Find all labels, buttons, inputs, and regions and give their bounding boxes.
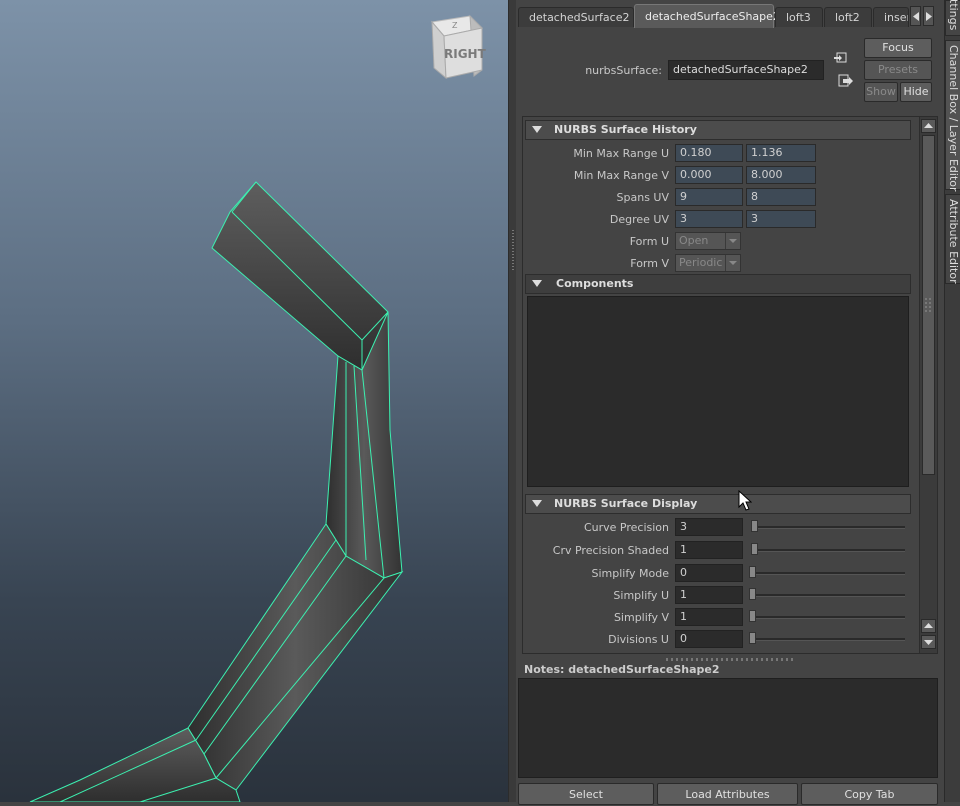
simplify-v-field[interactable]: 1 — [675, 608, 743, 626]
attr-label: Degree UV — [609, 213, 669, 226]
form-v-dropdown[interactable]: Periodic — [675, 254, 741, 272]
viewcube-axis-label: Z — [452, 21, 458, 30]
collapse-arrow-icon — [532, 280, 542, 287]
attr-label: Divisions U — [608, 633, 669, 646]
side-tab-settings[interactable]: ttings — [945, 0, 960, 36]
node-tab-bar: detachedSurface2 detachedSurfaceShape2 l… — [516, 4, 944, 28]
simplify-mode-slider[interactable] — [749, 566, 756, 578]
spans-v-field[interactable]: 8 — [746, 188, 816, 206]
attr-label: Min Max Range V — [573, 169, 669, 182]
notes-title: Notes: detachedSurfaceShape2 — [524, 663, 720, 676]
notes-textarea[interactable] — [518, 678, 938, 778]
section-components[interactable]: Components — [525, 274, 911, 294]
notes-label: Notes: — [524, 663, 565, 676]
attr-label: Simplify U — [613, 589, 669, 602]
max-range-u-field[interactable]: 1.136 — [746, 144, 816, 162]
attribute-scroll-area[interactable]: NURBS Surface History Min Max Range U 0.… — [522, 116, 938, 654]
notes-node-name: detachedSurfaceShape2 — [568, 663, 720, 676]
scroll-up-icon[interactable] — [921, 119, 936, 133]
attr-label: Spans UV — [616, 191, 669, 204]
notes-resize-handle[interactable] — [666, 658, 796, 661]
section-title: NURBS Surface Display — [554, 497, 698, 510]
form-u-dropdown[interactable]: Open — [675, 232, 741, 250]
degree-u-field[interactable]: 3 — [675, 210, 743, 228]
form-u-value: Open — [679, 234, 709, 247]
max-range-v-field[interactable]: 8.000 — [746, 166, 816, 184]
attribute-scrollbar[interactable] — [919, 117, 937, 653]
form-v-label: Form V — [630, 257, 669, 270]
attr-label: Crv Precision Shaded — [552, 544, 669, 557]
attr-label: Simplify V — [613, 611, 669, 624]
form-v-value: Periodic — [679, 256, 723, 269]
node-header: nurbsSurface: detachedSurfaceShape2 Focu… — [516, 36, 944, 106]
side-tab-channel-box[interactable]: Channel Box / Layer Editor — [945, 40, 960, 192]
attribute-editor-panel: detachedSurface2 detachedSurfaceShape2 l… — [516, 0, 944, 805]
section-nurbs-surface-display[interactable]: NURBS Surface Display — [525, 494, 911, 514]
tab-detachedsurface2[interactable]: detachedSurface2 — [518, 7, 634, 27]
viewcube[interactable]: RIGHT Z — [426, 14, 488, 83]
section-title: Components — [556, 277, 634, 290]
min-range-v-field[interactable]: 0.000 — [675, 166, 743, 184]
paste-node-icon[interactable] — [838, 74, 854, 88]
components-list[interactable] — [527, 296, 909, 487]
tab-scroll-left-icon[interactable] — [910, 6, 921, 26]
viewport-3d[interactable]: RIGHT Z — [0, 0, 508, 802]
divisions-u-slider[interactable] — [749, 632, 756, 644]
spans-u-field[interactable]: 9 — [675, 188, 743, 206]
section-title: NURBS Surface History — [554, 123, 697, 136]
side-tab-attribute-editor[interactable]: Attribute Editor — [945, 194, 960, 284]
scroll-down-icon[interactable] — [921, 635, 936, 649]
simplify-u-field[interactable]: 1 — [675, 586, 743, 604]
tab-detachedsurfaceshape2[interactable]: detachedSurfaceShape2 — [634, 4, 780, 28]
copy-node-icon[interactable] — [834, 52, 848, 64]
tab-scroll-right-icon[interactable] — [923, 6, 934, 26]
min-range-u-field[interactable]: 0.180 — [675, 144, 743, 162]
collapse-arrow-icon — [532, 500, 542, 507]
scrollbar-thumb[interactable] — [922, 135, 935, 475]
degree-v-field[interactable]: 3 — [746, 210, 816, 228]
simplify-u-slider[interactable] — [749, 588, 756, 600]
curve-precision-field[interactable]: 3 — [675, 518, 743, 536]
crv-precision-shaded-slider[interactable] — [751, 543, 758, 555]
divisions-u-field[interactable]: 0 — [675, 630, 743, 648]
mouse-cursor-icon — [738, 490, 752, 511]
nurbs-surface-model[interactable] — [0, 0, 508, 802]
attr-label: Simplify Mode — [591, 567, 669, 580]
tab-loft3[interactable]: loft3 — [775, 7, 823, 27]
form-u-label: Form U — [629, 235, 669, 248]
scroll-up-small-icon[interactable] — [921, 619, 936, 633]
node-name-field[interactable]: detachedSurfaceShape2 — [668, 60, 824, 80]
attr-label: Min Max Range U — [573, 147, 669, 160]
side-tab-strip: ttings Channel Box / Layer Editor Attrib… — [944, 0, 960, 802]
presets-button[interactable]: Presets — [864, 60, 932, 80]
curve-precision-slider[interactable] — [751, 520, 758, 532]
tab-loft2[interactable]: loft2 — [824, 7, 872, 27]
simplify-v-slider[interactable] — [749, 610, 756, 622]
attr-label: Curve Precision — [583, 521, 669, 534]
crv-precision-shaded-field[interactable]: 1 — [675, 541, 743, 559]
show-button[interactable]: Show — [864, 82, 898, 102]
focus-button[interactable]: Focus — [864, 38, 932, 58]
node-type-label: nurbsSurface: — [585, 64, 662, 77]
simplify-mode-field[interactable]: 0 — [675, 564, 743, 582]
hide-button[interactable]: Hide — [900, 82, 932, 102]
viewcube-label: RIGHT — [444, 47, 487, 61]
section-nurbs-surface-history[interactable]: NURBS Surface History — [525, 120, 911, 140]
collapse-arrow-icon — [532, 126, 542, 133]
tab-insert[interactable]: inser — [873, 7, 909, 27]
